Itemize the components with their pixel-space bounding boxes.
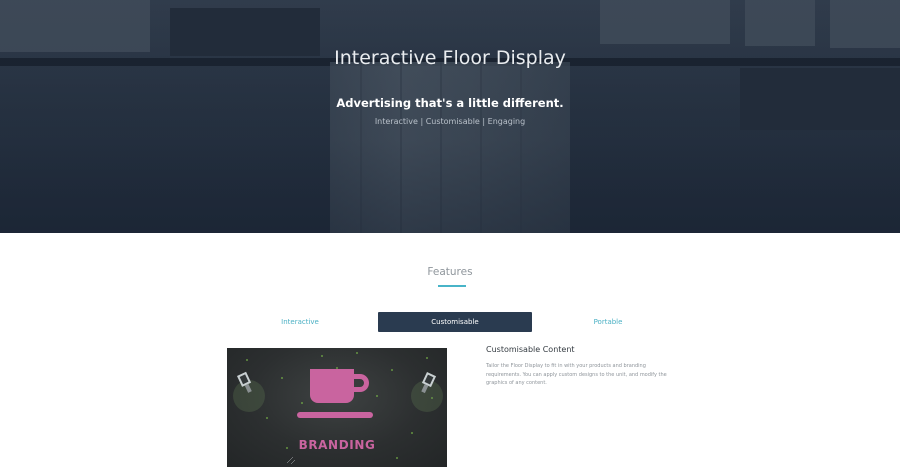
- features-heading: Features: [427, 266, 473, 278]
- tab-interactive[interactable]: Interactive: [223, 312, 377, 332]
- feature-image: BRANDING: [227, 348, 447, 467]
- coffee-cup-icon: [297, 369, 373, 418]
- hero-title: Interactive Floor Display: [334, 47, 566, 69]
- feature-content-title: Customisable Content: [486, 345, 575, 354]
- hero-subtitle: Advertising that's a little different.: [336, 96, 564, 110]
- hero-tagline: Interactive | Customisable | Engaging: [374, 117, 526, 126]
- features-underline: [438, 285, 466, 287]
- branding-text: BRANDING: [298, 438, 376, 452]
- feature-content-body: Tailor the Floor Display to fit in with …: [486, 363, 667, 387]
- tab-customisable[interactable]: Customisable: [378, 312, 532, 332]
- tab-portable[interactable]: Portable: [531, 312, 685, 332]
- hero-banner: Interactive Floor Display Advertising th…: [0, 0, 900, 233]
